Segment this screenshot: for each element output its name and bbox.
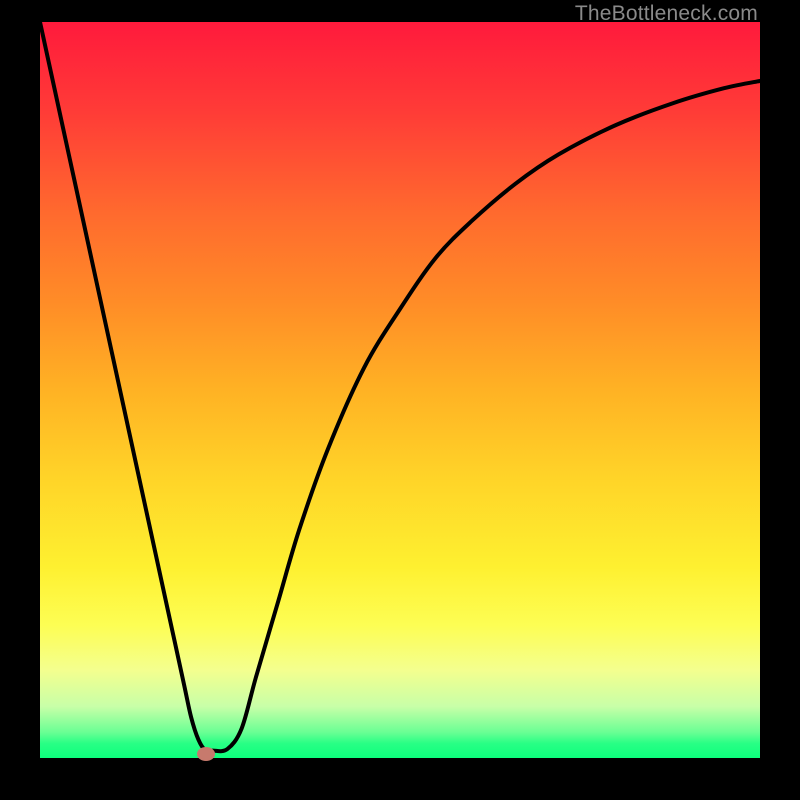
- plot-area: [40, 22, 760, 758]
- curve-svg: [40, 22, 760, 758]
- minimum-marker: [197, 747, 215, 761]
- chart-frame: TheBottleneck.com: [0, 0, 800, 800]
- bottleneck-curve: [40, 22, 760, 752]
